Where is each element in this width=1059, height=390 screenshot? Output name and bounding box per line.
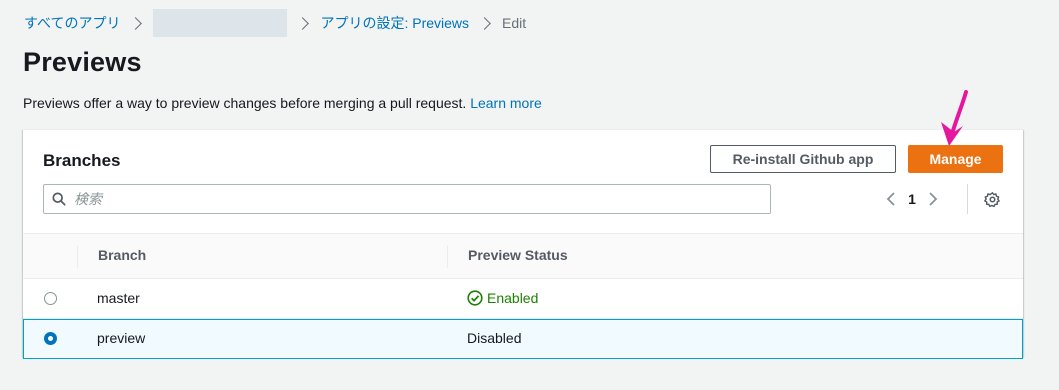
search-box <box>43 184 771 214</box>
preview-status-text: Disabled <box>467 330 522 346</box>
reinstall-github-app-button[interactable]: Re-install Github app <box>710 145 896 173</box>
gear-icon[interactable] <box>981 188 1003 210</box>
row-radio[interactable] <box>44 292 57 305</box>
branches-panel: Branches Re-install Github app Manage 1 … <box>23 129 1023 359</box>
breadcrumb-separator-icon <box>478 16 491 30</box>
learn-more-link[interactable]: Learn more <box>470 95 542 111</box>
row-radio-checked[interactable] <box>44 332 57 345</box>
table-row-selected[interactable]: preview Disabled <box>23 319 1023 359</box>
search-icon <box>44 185 74 213</box>
breadcrumb-separator-icon <box>296 16 310 30</box>
breadcrumb-current: Edit <box>502 15 527 31</box>
pagination: 1 <box>879 188 945 210</box>
branch-name: master <box>97 290 140 306</box>
table-row[interactable]: master Enabled <box>23 279 1023 319</box>
panel-title: Branches <box>43 151 121 170</box>
page-description: Previews offer a way to preview changes … <box>23 95 542 111</box>
column-header-preview-status[interactable]: Preview Status <box>468 247 568 263</box>
check-circle-icon <box>467 290 483 306</box>
manage-button[interactable]: Manage <box>908 145 1003 173</box>
column-header-branch[interactable]: Branch <box>98 247 146 263</box>
table-header: Branch Preview Status <box>23 233 1023 279</box>
breadcrumb-app-settings[interactable]: アプリの設定: Previews <box>320 13 469 33</box>
column-divider <box>447 246 448 268</box>
page-description-text: Previews offer a way to preview changes … <box>23 95 467 111</box>
branch-name: preview <box>97 330 146 346</box>
breadcrumb: すべてのアプリ アプリの設定: Previews Edit <box>24 9 527 37</box>
chevron-left-icon[interactable] <box>879 188 903 210</box>
chevron-right-icon[interactable] <box>921 188 945 210</box>
search-input[interactable] <box>74 191 754 207</box>
preview-status-text: Enabled <box>487 290 539 306</box>
breadcrumb-app-name-redacted[interactable] <box>153 9 288 37</box>
column-divider <box>77 246 78 268</box>
preview-status: Enabled <box>467 290 538 306</box>
page-title: Previews <box>23 47 142 77</box>
breadcrumb-all-apps[interactable]: すべてのアプリ <box>24 13 120 33</box>
pagination-current-page[interactable]: 1 <box>903 191 921 207</box>
breadcrumb-separator-icon <box>129 16 143 30</box>
pagination-divider <box>967 184 968 214</box>
